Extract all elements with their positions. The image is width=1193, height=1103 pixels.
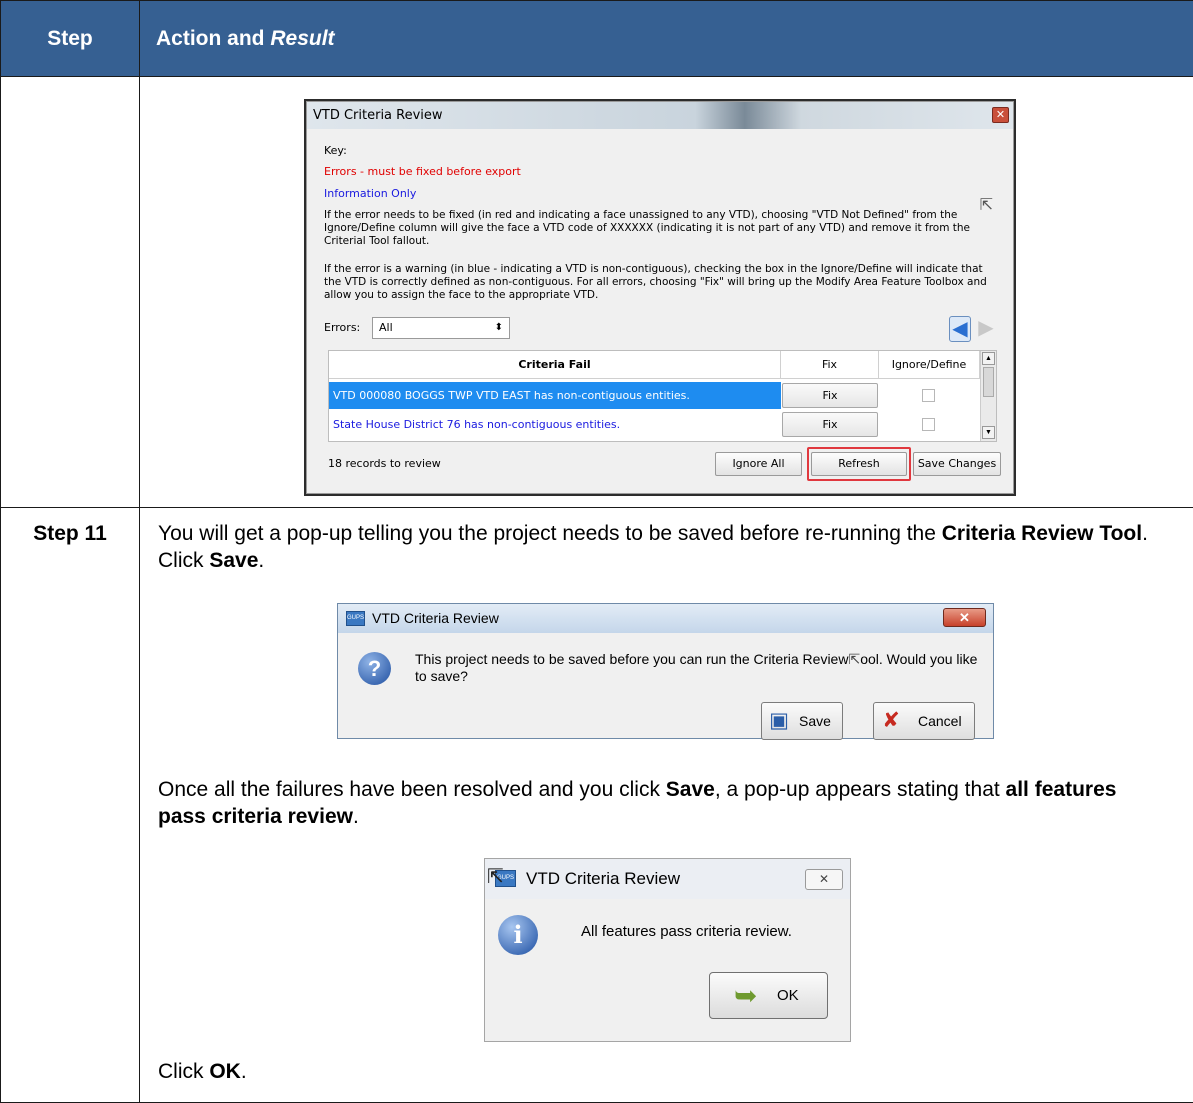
ok-popup-message: All features pass criteria review. [581,923,792,940]
step11-intro: You will get a pop-up telling you the pr… [158,522,1148,572]
errors-filter-row: Errors: All ⬍ ◀ ▶ [324,316,1004,342]
ok-button[interactable]: ➥ OK [709,972,828,1019]
save-button[interactable]: ▣ Save [761,702,843,740]
return-arrow-icon: ➥ [734,980,758,1011]
ok-popup-titlebar: GUPS ⇱ VTD Criteria Review ✕ [485,859,850,899]
ok-popup-window: GUPS ⇱ VTD Criteria Review ✕ i All featu… [484,858,851,1042]
window-titlebar: VTD Criteria Review ✕ [307,102,1013,129]
information-icon: i [498,915,538,955]
errors-select[interactable]: All ⬍ [372,317,510,339]
scroll-up-icon[interactable]: ▲ [982,352,995,365]
record-navigation: ◀ ▶ [949,316,999,342]
previous-arrow-icon[interactable]: ◀ [949,316,971,342]
close-icon[interactable]: ✕ [943,608,986,627]
window-footer: 18 records to review Ignore All Refresh … [324,447,1004,481]
ignore-define-checkbox[interactable] [922,389,935,402]
scroll-down-icon[interactable]: ▼ [982,426,995,439]
column-criteria-fail: Criteria Fail [329,351,781,379]
key-label: Key: [324,144,347,157]
fix-button[interactable]: Fix [782,412,878,437]
errors-label: Errors: [324,321,361,334]
select-arrows-icon: ⬍ [494,322,503,333]
key-errors: Errors - must be fixed before export [324,165,521,178]
key-information: Information Only [324,187,417,200]
save-popup-window: GUPS VTD Criteria Review ✕ ? This projec… [337,603,994,740]
window-title: VTD Criteria Review [313,108,443,123]
header-step: Step [0,0,140,77]
step11-resolved: Once all the failures have been resolved… [158,778,1117,828]
question-icon: ? [358,652,391,685]
criteria-grid: Criteria Fail Fix Ignore/Define VTD 0000… [328,350,997,442]
row-criteria-text: VTD 000080 BOGGS TWP VTD EAST has non-co… [329,382,781,409]
column-fix: Fix [781,351,879,379]
ignore-all-button[interactable]: Ignore All [715,452,802,476]
table-row[interactable]: State House District 76 has non-contiguo… [329,411,980,438]
key-paragraph-warnings: If the error is a warning (in blue - ind… [324,263,987,301]
step-number: Step 11 [0,507,140,1103]
red-x-icon: ✘ [882,709,900,732]
vtd-criteria-review-window: VTD Criteria Review ✕ Key: Errors - must… [304,99,1016,496]
floppy-disk-icon: ▣ [769,709,789,732]
ignore-define-checkbox[interactable] [922,418,935,431]
ok-popup-title: VTD Criteria Review [526,869,680,888]
mouse-cursor-icon: ⇱ [848,651,861,667]
header-row: Step Action and Result [0,0,1193,77]
app-logo-icon: GUPS [346,611,365,626]
scroll-thumb[interactable] [983,367,994,397]
row-criteria-text: State House District 76 has non-contiguo… [333,418,621,431]
key-paragraph-errors: If the error needs to be fixed (in red a… [324,209,971,247]
close-icon[interactable]: ✕ [992,107,1009,123]
column-ignore-define: Ignore/Define [879,351,980,379]
fix-button[interactable]: Fix [782,383,878,408]
mouse-cursor-icon: ⇱ [979,197,993,214]
close-icon[interactable]: ✕ [805,869,843,890]
save-popup-title: VTD Criteria Review [372,610,499,626]
cancel-button[interactable]: ✘ Cancel [873,702,975,740]
empty-step-cell [0,76,140,508]
table-row[interactable]: VTD 000080 BOGGS TWP VTD EAST has non-co… [329,382,980,409]
header-action: Action and Result [139,0,1193,77]
mouse-cursor-icon: ⇱ [487,866,504,888]
next-arrow-icon[interactable]: ▶ [975,316,997,342]
records-count: 18 records to review [328,457,441,470]
save-changes-button[interactable]: Save Changes [913,452,1001,476]
refresh-button[interactable]: Refresh [811,452,907,476]
header-action-result: Result [270,26,335,50]
grid-scrollbar[interactable]: ▲ ▼ [980,351,996,441]
save-popup-message: This project needs to be saved before yo… [415,651,978,684]
step11-click-ok: Click OK. [158,1060,247,1083]
save-popup-titlebar: GUPS VTD Criteria Review ✕ [338,604,993,633]
